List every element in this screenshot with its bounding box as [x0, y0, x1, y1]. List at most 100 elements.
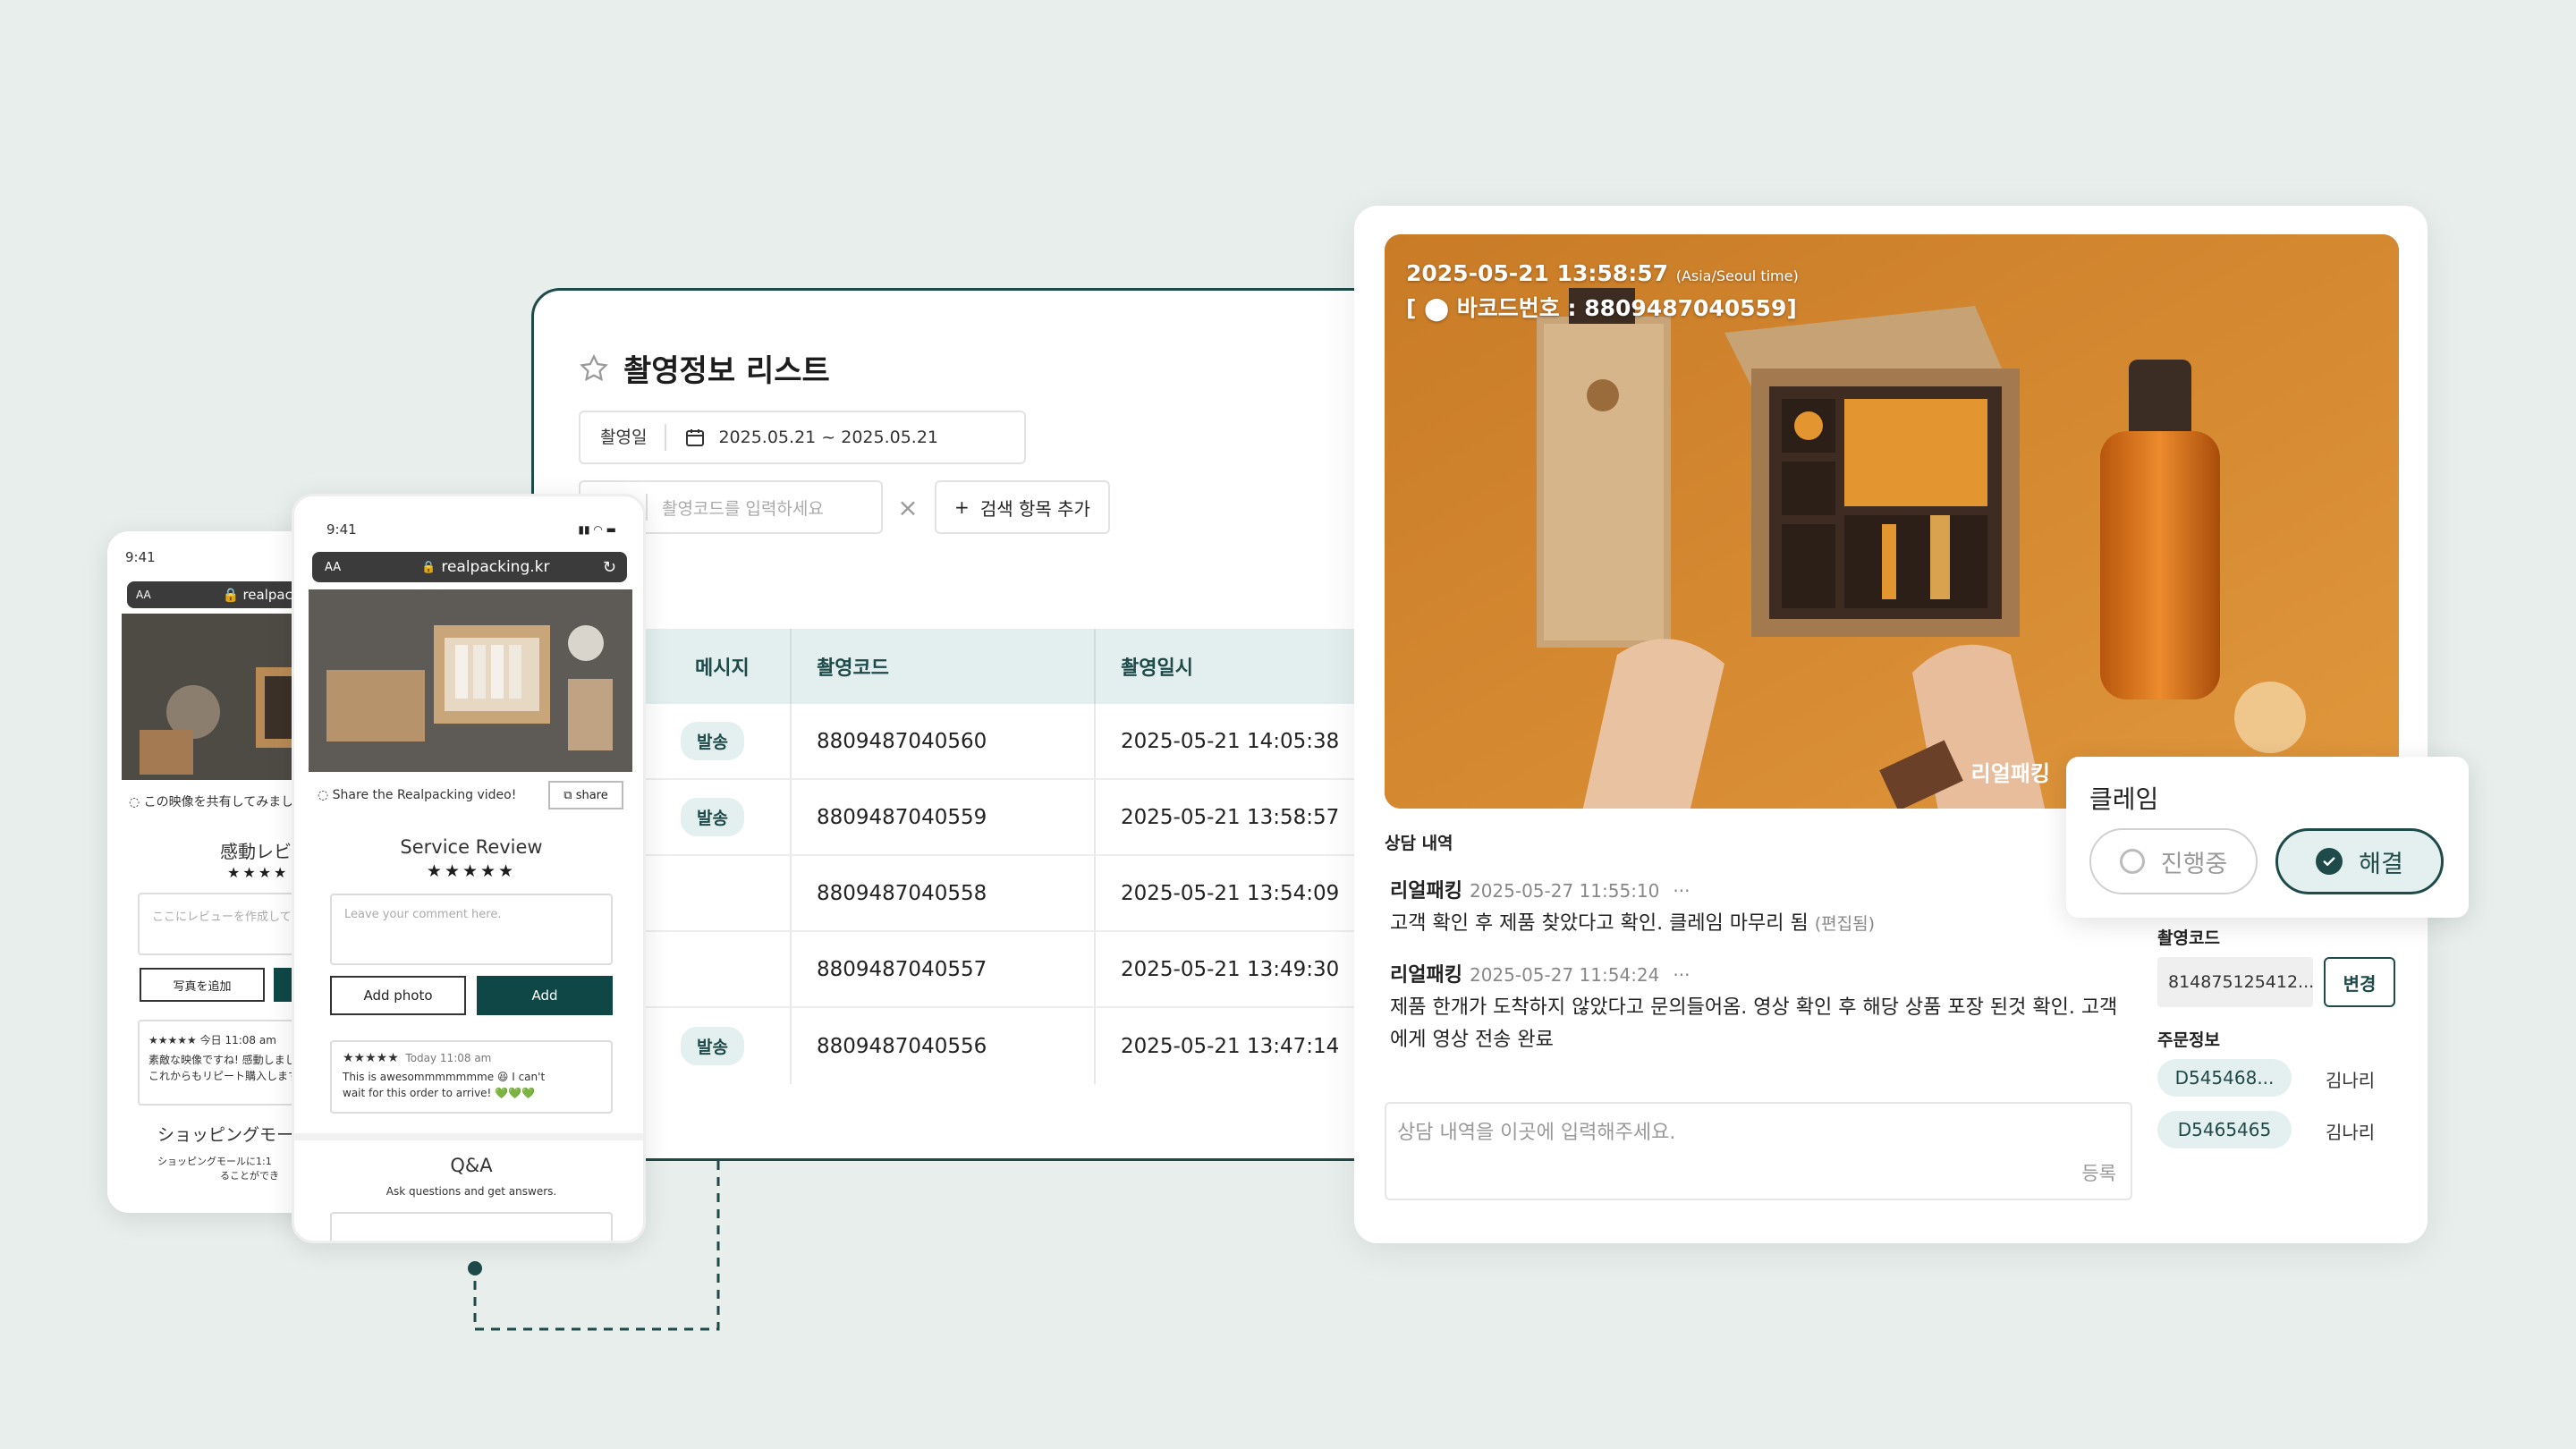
row-code: 8809487040558 [790, 856, 1094, 930]
edited-label: (편집됨) [1814, 914, 1876, 934]
message-author: 리얼패킹 [1390, 964, 1462, 987]
status-time: 9:41 [125, 549, 156, 565]
row-code: 8809487040557 [790, 932, 1094, 1006]
message-text: 제품 한개가 도착하지 않았다고 문의들어옴. 영상 확인 후 해당 상품 포장… [1390, 996, 2118, 1051]
phone-mockup-english: 9:41 ▮▮ ◠ ▬ AA 🔒 realpacking.kr ↻ ◌ Shar… [292, 494, 646, 1243]
plus-icon: + [954, 496, 970, 518]
message-text: 고객 확인 후 제품 찾았다고 확인. 클레임 마무리 됨 [1390, 912, 1809, 935]
add-photo-button[interactable]: Add photo [330, 976, 466, 1015]
shopping-title: ショッピングモー [157, 1125, 294, 1145]
photo-timezone: (Asia/Seoul time) [1675, 267, 1799, 284]
review-textarea[interactable]: Leave your comment here. [330, 894, 613, 965]
order-info-label: 주문정보 [2157, 1030, 2220, 1050]
add-photo-button[interactable]: 写真を追加 [140, 968, 265, 1002]
review-text-line2: これからもリピート購入します [148, 1070, 300, 1082]
claim-option-label: 진행중 [2160, 850, 2228, 878]
qa-input[interactable] [330, 1212, 613, 1241]
order-id-pill[interactable]: D545468... [2157, 1059, 2292, 1097]
add-filter-label: 검색 항목 추가 [979, 497, 1090, 520]
review-title: Service Review [400, 836, 543, 858]
code-filter-input[interactable]: 촬영코드를 입력하세요 [662, 496, 824, 520]
review-meta: ★★★★★ 今日 11:08 am [148, 1034, 276, 1046]
code-label: 촬영코드 [2157, 928, 2220, 948]
table-row[interactable]: 발송 8809487040556 2025-05-21 13:47:14 [534, 1008, 1405, 1084]
qa-subtitle: Ask questions and get answers. [386, 1185, 557, 1198]
sent-badge: 발송 [681, 722, 744, 760]
order-customer-name: 김나리 [2326, 1070, 2376, 1091]
sent-badge: 발송 [681, 798, 744, 836]
shopping-text-line1: ショッピングモールに1:1 [157, 1156, 272, 1167]
review-text-line1: 素敵な映像ですね! 感動しまし [148, 1054, 296, 1066]
table-row[interactable]: 8809487040558 2025-05-21 13:54:09 [534, 856, 1405, 932]
status-time: 9:41 [326, 521, 357, 538]
share-button[interactable]: ⧉ share [548, 781, 623, 809]
url-text: realpacking.kr [441, 558, 550, 576]
row-code: 8809487040556 [790, 1008, 1094, 1084]
shooting-list-panel: 촬영정보 리스트 촬영일 2025.05.21 ~ 2025.05.21 코드 … [531, 288, 1408, 1161]
more-options-icon[interactable]: ··· [1673, 964, 1690, 986]
packing-photo-viewer[interactable]: 2025-05-21 13:58:57 (Asia/Seoul time) [ … [1385, 234, 2399, 809]
table-header: 메시지 촬영코드 촬영일시 [534, 629, 1405, 704]
message-time: 2025-05-27 11:54:24 [1469, 964, 1660, 986]
review-meta: ★★★★★ Today 11:08 am [343, 1051, 492, 1065]
code-field[interactable]: 814875125412... [2157, 957, 2313, 1007]
review-text-line1: This is awesommmmmmme 😆 I can't [343, 1071, 546, 1083]
review-title: 感動レビ [220, 841, 292, 862]
order-customer-name: 김나리 [2326, 1122, 2376, 1143]
photo-watermark: 리얼패킹 [1970, 761, 2050, 786]
text-size-button[interactable]: AA [136, 589, 151, 601]
review-text-line2: wait for this order to arrive! 💚💚💚 [343, 1087, 535, 1099]
header-code[interactable]: 촬영코드 [790, 629, 1094, 704]
list-title-row: 촬영정보 리스트 [579, 346, 830, 390]
consult-message: 리얼패킹 2025-05-27 11:55:10 ··· 고객 확인 후 제품 찾… [1390, 875, 1875, 940]
consult-message: 리얼패킹 2025-05-27 11:54:24 ··· 제품 한개가 도착하지 … [1390, 959, 2123, 1056]
table-row[interactable]: 발송 8809487040560 2025-05-21 14:05:38 [534, 704, 1405, 780]
submit-button[interactable]: 등록 [2081, 1159, 2116, 1186]
packing-video-thumbnail[interactable] [309, 589, 632, 772]
change-button[interactable]: 변경 [2324, 957, 2395, 1007]
order-id-pill[interactable]: D5465465 [2157, 1111, 2292, 1148]
rating-stars[interactable]: ★★★★★ [294, 861, 643, 881]
table-row[interactable]: 8809487040557 2025-05-21 13:49:30 [534, 932, 1405, 1008]
row-code: 8809487040559 [790, 780, 1094, 854]
row-code: 8809487040560 [790, 704, 1094, 778]
text-size-button[interactable]: AA [325, 561, 341, 574]
date-filter-value: 2025.05.21 ~ 2025.05.21 [718, 428, 939, 447]
consult-input[interactable]: 상담 내역을 이곳에 입력해주세요. 등록 [1385, 1102, 2132, 1200]
consult-input-placeholder: 상담 내역을 이곳에 입력해주세요. [1397, 1122, 1676, 1144]
section-divider [294, 1133, 643, 1140]
add-filter-button[interactable]: + 검색 항목 추가 [935, 480, 1110, 534]
claim-option-label: 해결 [2359, 850, 2403, 878]
lock-icon: 🔒 [222, 587, 240, 603]
more-options-icon[interactable]: ··· [1673, 880, 1690, 902]
clear-filter-button[interactable]: × [890, 480, 926, 534]
share-text: ◌ Share the Realpacking video! [318, 788, 517, 802]
radio-unchecked-icon [2119, 849, 2145, 874]
consult-history-label: 상담 내역 [1385, 834, 1453, 853]
page-title: 촬영정보 리스트 [623, 353, 830, 389]
date-filter[interactable]: 촬영일 2025.05.21 ~ 2025.05.21 [579, 411, 1026, 464]
claim-option-resolved[interactable]: 해결 [2275, 828, 2444, 894]
message-time: 2025-05-27 11:55:10 [1469, 880, 1660, 902]
signal-battery-icons: ▮▮ ◠ ▬ [578, 523, 616, 536]
claim-option-in-progress[interactable]: 진행중 [2089, 828, 2258, 894]
shooting-table: 메시지 촬영코드 촬영일시 발송 8809487040560 2025-05-2… [534, 629, 1405, 1084]
photo-barcode: [ ⬤ 바코드번호 : 8809487040559] [1406, 295, 1797, 321]
date-filter-label: 촬영일 [580, 424, 667, 451]
photo-overlay: 2025-05-21 13:58:57 (Asia/Seoul time) [ … [1406, 258, 1799, 325]
sent-badge: 발송 [681, 1027, 744, 1065]
detail-panel: 2025-05-21 13:58:57 (Asia/Seoul time) [ … [1354, 206, 2428, 1243]
photo-timestamp: 2025-05-21 13:58:57 [1406, 260, 1668, 286]
qa-title: Q&A [450, 1155, 493, 1176]
reload-icon[interactable]: ↻ [603, 558, 616, 577]
packing-photo [309, 589, 632, 772]
calendar-icon [686, 429, 705, 446]
claim-title: 클레임 [2089, 784, 2159, 814]
table-row[interactable]: 발송 8809487040559 2025-05-21 13:58:57 [534, 780, 1405, 856]
star-icon[interactable] [579, 353, 609, 384]
claim-status-popup: 클레임 진행중 해결 [2066, 757, 2469, 918]
rating-stars[interactable]: ★★★★ [227, 864, 289, 881]
browser-url-bar[interactable]: AA 🔒 realpacking.kr ↻ [312, 552, 627, 582]
add-button[interactable]: Add [477, 976, 613, 1015]
check-circle-icon [2316, 848, 2343, 875]
